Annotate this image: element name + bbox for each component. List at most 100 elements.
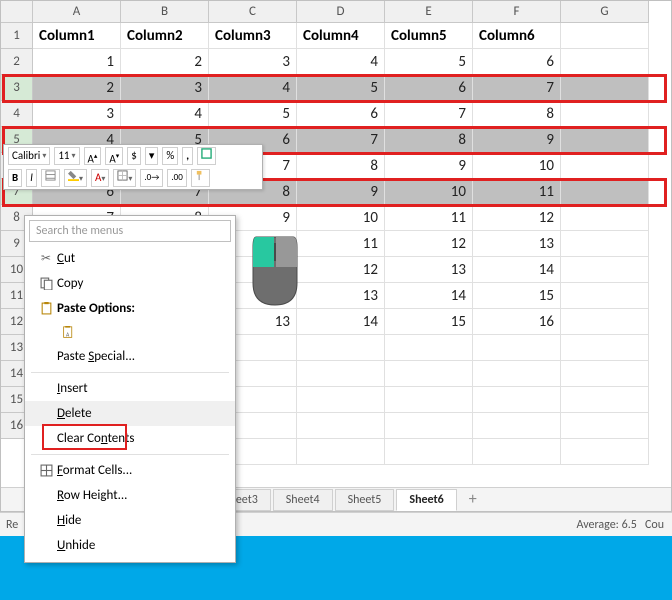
cell[interactable]: 3	[33, 101, 121, 127]
cell[interactable]: 8	[385, 127, 473, 153]
cell[interactable]	[473, 413, 561, 439]
row-header[interactable]: 1	[1, 23, 33, 49]
tab-sheet5[interactable]: Sheet5	[335, 489, 395, 511]
column-header[interactable]: G	[561, 1, 649, 23]
cell[interactable]: 5	[209, 101, 297, 127]
column-header[interactable]: E	[385, 1, 473, 23]
cell[interactable]	[561, 205, 649, 231]
cell[interactable]: 11	[385, 205, 473, 231]
cell[interactable]	[561, 101, 649, 127]
cell[interactable]: 4	[297, 49, 385, 75]
cell[interactable]: 6	[297, 101, 385, 127]
increase-decimal-button[interactable]: .0→	[140, 169, 163, 187]
row-header[interactable]: 2	[1, 49, 33, 75]
menu-paste-special[interactable]: Paste Special...	[25, 344, 235, 369]
cell[interactable]	[561, 127, 649, 153]
cell[interactable]: 13	[385, 257, 473, 283]
cell[interactable]: 14	[297, 309, 385, 335]
cell[interactable]: 15	[385, 309, 473, 335]
cell[interactable]	[473, 439, 561, 465]
cell[interactable]	[561, 153, 649, 179]
menu-hide[interactable]: Hide	[25, 508, 235, 533]
cell[interactable]: 15	[473, 283, 561, 309]
column-header[interactable]: D	[297, 1, 385, 23]
cell[interactable]	[561, 439, 649, 465]
cell[interactable]: 10	[297, 205, 385, 231]
select-all-corner[interactable]	[1, 1, 33, 23]
menu-row-height[interactable]: Row Height...	[25, 483, 235, 508]
column-header[interactable]: F	[473, 1, 561, 23]
format-button[interactable]	[197, 147, 216, 165]
menu-cut[interactable]: ✂Cut	[25, 246, 235, 271]
menu-search-input[interactable]: Search the menus	[29, 220, 231, 242]
font-size-selector[interactable]: 11▾	[54, 147, 79, 165]
cell[interactable]: 3	[209, 49, 297, 75]
cell[interactable]: 2	[33, 75, 121, 101]
cell[interactable]	[297, 335, 385, 361]
cell[interactable]	[385, 387, 473, 413]
cell[interactable]	[473, 335, 561, 361]
cell[interactable]: 12	[385, 231, 473, 257]
menu-delete[interactable]: Delete	[25, 401, 235, 426]
italic-button[interactable]: I	[26, 169, 37, 187]
column-header[interactable]: C	[209, 1, 297, 23]
borders-button[interactable]: ▾	[113, 169, 136, 187]
cell[interactable]: 11	[473, 179, 561, 205]
cell[interactable]	[561, 49, 649, 75]
menu-clear-contents[interactable]: Clear Contents	[25, 426, 235, 451]
bold-button[interactable]: B	[8, 169, 22, 187]
cell[interactable]: 13	[473, 231, 561, 257]
cell[interactable]: 1	[33, 49, 121, 75]
row-header[interactable]: 4	[1, 101, 33, 127]
cell[interactable]	[473, 387, 561, 413]
menu-insert[interactable]: Insert	[25, 376, 235, 401]
tab-sheet6[interactable]: Sheet6	[396, 489, 456, 511]
menu-paste-default[interactable]: A	[25, 321, 235, 344]
cell[interactable]: 6	[385, 75, 473, 101]
column-header[interactable]: B	[121, 1, 209, 23]
menu-unhide[interactable]: Unhide	[25, 533, 235, 558]
cell[interactable]: 7	[297, 127, 385, 153]
cell[interactable]	[297, 361, 385, 387]
decrease-font-button[interactable]: A▾	[105, 147, 123, 165]
menu-copy[interactable]: Copy	[25, 271, 235, 296]
cell[interactable]: 4	[209, 75, 297, 101]
cell[interactable]	[561, 335, 649, 361]
fill-color-button[interactable]: ▾	[64, 169, 87, 187]
decrease-decimal-button[interactable]: .00	[167, 169, 186, 187]
cell[interactable]	[561, 413, 649, 439]
cell[interactable]: 14	[473, 257, 561, 283]
cell[interactable]: 7	[473, 75, 561, 101]
cell[interactable]	[385, 413, 473, 439]
cell[interactable]: 5	[385, 49, 473, 75]
cell[interactable]: 5	[297, 75, 385, 101]
tab-sheet4[interactable]: Sheet4	[273, 489, 333, 511]
format-painter-button[interactable]	[191, 169, 210, 187]
chevron-down-icon[interactable]: ▾	[145, 147, 159, 165]
cell[interactable]	[385, 335, 473, 361]
cell[interactable]	[297, 439, 385, 465]
cell[interactable]	[561, 231, 649, 257]
cell[interactable]	[297, 413, 385, 439]
cell[interactable]	[561, 179, 649, 205]
cell[interactable]: 8	[297, 153, 385, 179]
menu-format-cells[interactable]: Format Cells...	[25, 458, 235, 483]
underline-button[interactable]	[41, 169, 60, 187]
currency-button[interactable]: $	[127, 147, 141, 165]
cell[interactable]	[561, 75, 649, 101]
increase-font-button[interactable]: A▴	[84, 147, 102, 165]
cell[interactable]: 7	[385, 101, 473, 127]
cell[interactable]: 4	[121, 101, 209, 127]
cell[interactable]	[561, 361, 649, 387]
comma-style-button[interactable]: ,	[182, 147, 193, 165]
cell[interactable]: 13	[297, 283, 385, 309]
column-header[interactable]: A	[33, 1, 121, 23]
add-sheet-button[interactable]: +	[459, 488, 487, 511]
font-color-button[interactable]: A▾	[91, 169, 109, 187]
cell[interactable]: 10	[473, 153, 561, 179]
cell[interactable]	[561, 23, 649, 49]
cell[interactable]: 6	[473, 49, 561, 75]
cell[interactable]	[561, 283, 649, 309]
cell[interactable]: 2	[121, 49, 209, 75]
cell[interactable]: 12	[297, 257, 385, 283]
